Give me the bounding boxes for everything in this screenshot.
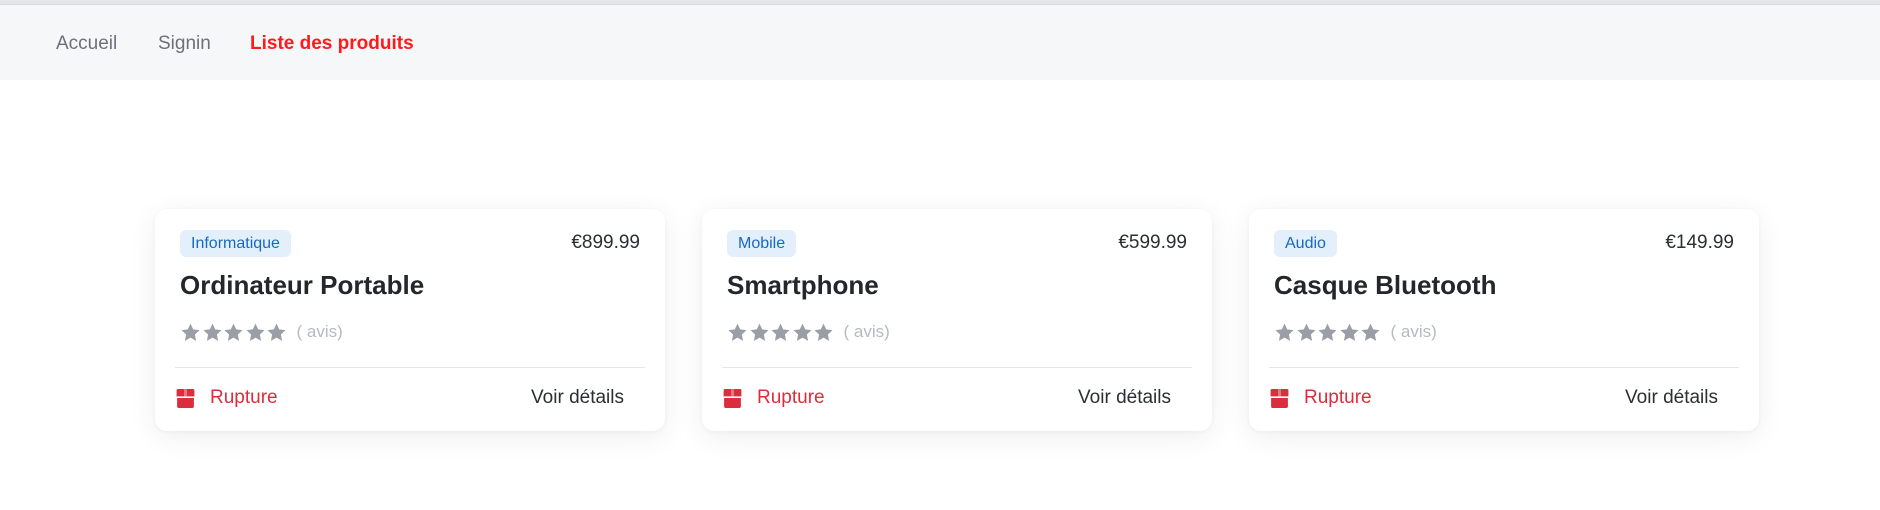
star-icon	[749, 323, 769, 341]
view-details-button[interactable]: Voir détails	[1078, 385, 1171, 411]
star-icon	[245, 323, 265, 341]
product-card: Audio €149.99 Casque Bluetooth ( avis) R…	[1249, 209, 1759, 431]
category-badge: Mobile	[727, 230, 797, 257]
star-icon	[814, 323, 833, 341]
stock-status: Rupture	[175, 385, 278, 411]
star-rating: ( avis)	[727, 320, 890, 344]
category-badge: Informatique	[180, 230, 291, 257]
product-price: €899.99	[571, 232, 640, 253]
product-title: Smartphone	[727, 270, 879, 300]
star-icon	[792, 323, 812, 341]
stock-status: Rupture	[722, 385, 825, 411]
category-badge: Audio	[1274, 230, 1337, 257]
star-icon	[1318, 323, 1337, 341]
star-icon	[224, 323, 243, 341]
stock-status: Rupture	[1269, 385, 1372, 411]
product-title: Casque Bluetooth	[1274, 270, 1497, 300]
star-icon	[181, 323, 200, 341]
nav-link-liste-des-produits[interactable]: Liste des produits	[250, 32, 414, 56]
star-icon	[267, 323, 286, 341]
box-icon	[176, 388, 195, 408]
view-details-button[interactable]: Voir détails	[1625, 385, 1718, 411]
star-rating: ( avis)	[180, 320, 343, 344]
stock-status-label: Rupture	[1304, 387, 1372, 408]
star-icon	[1339, 323, 1359, 341]
product-price: €149.99	[1665, 232, 1734, 253]
box-icon	[723, 388, 742, 408]
review-count: ( avis)	[843, 322, 890, 341]
card-divider	[722, 367, 1192, 368]
review-count: ( avis)	[1390, 322, 1437, 341]
product-card: Informatique €899.99 Ordinateur Portable…	[155, 209, 665, 431]
star-icon	[1296, 323, 1316, 341]
star-icon	[728, 323, 747, 341]
star-rating: ( avis)	[1274, 320, 1437, 344]
nav-link-accueil[interactable]: Accueil	[56, 32, 117, 56]
nav-link-signin[interactable]: Signin	[158, 32, 211, 56]
product-title: Ordinateur Portable	[180, 270, 425, 300]
card-divider	[1269, 367, 1739, 368]
card-divider	[175, 367, 645, 368]
stock-status-label: Rupture	[757, 387, 825, 408]
view-details-button[interactable]: Voir détails	[531, 385, 624, 411]
stock-status-label: Rupture	[210, 387, 278, 408]
star-icon	[771, 323, 790, 341]
product-card: Mobile €599.99 Smartphone ( avis) Ruptur…	[702, 209, 1212, 431]
box-icon	[1270, 388, 1289, 408]
star-icon	[1275, 323, 1294, 341]
stars-group	[180, 322, 288, 343]
product-price: €599.99	[1118, 232, 1187, 253]
stars-group	[1274, 322, 1382, 343]
navbar: Accueil Signin Liste des produits	[0, 5, 1880, 80]
review-count: ( avis)	[296, 322, 343, 341]
star-icon	[1361, 323, 1380, 341]
stars-group	[727, 322, 835, 343]
star-icon	[202, 323, 222, 341]
